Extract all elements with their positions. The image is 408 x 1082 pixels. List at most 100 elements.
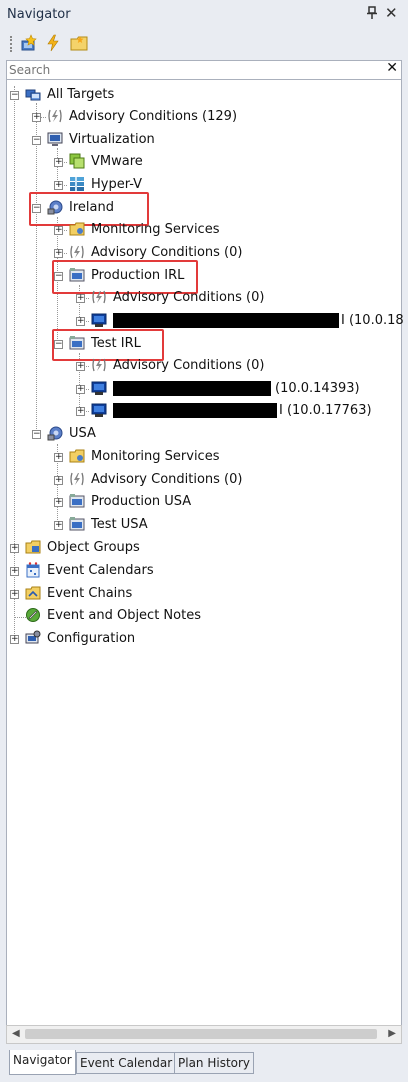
tree-node-label: Production USA [91,494,192,509]
clear-search-icon[interactable]: ✕ [386,60,398,76]
tree-node-label: Event Chains [47,586,133,601]
expand-icon[interactable]: + [54,453,63,462]
notes-icon [26,608,40,622]
tree-node-virtualization[interactable]: − Virtualization [7,131,207,151]
scroll-left-icon[interactable]: ◀ [12,1028,20,1039]
tree-node-label: I (10.0.18 [341,313,404,328]
tree-node-label: Test USA [91,517,148,532]
tree-node-advisory-conditions[interactable]: + Advisory Conditions (0) [7,471,247,491]
tree-node-advisory-conditions[interactable]: + Advisory Conditions (0) [7,289,267,309]
expand-icon[interactable]: + [10,567,19,576]
scroll-right-icon[interactable]: ▶ [388,1028,396,1039]
server-icon [91,381,107,395]
tree-node-label: Event and Object Notes [47,608,201,623]
tree-node-monitoring-services[interactable]: + Monitoring Services [7,221,227,241]
new-object-icon[interactable] [20,34,38,52]
tree-node-event-chains[interactable]: + Event Chains [7,585,207,605]
vmware-icon [69,153,85,169]
tree-node-label: USA [69,426,96,441]
tree-node-all-targets[interactable]: − All Targets [7,86,207,106]
expand-icon[interactable]: + [54,476,63,485]
expand-icon[interactable]: + [76,385,85,394]
tree-node-label: Advisory Conditions (129) [69,109,238,124]
advisory-icon [70,472,84,486]
tree-node-usa[interactable]: − USA [7,425,207,445]
tree-node-label: Monitoring Services [91,222,220,237]
tree-node-advisory-conditions[interactable]: + Advisory Conditions (0) [7,357,267,377]
tree-node-label: (10.0.14393) [275,381,360,396]
expand-icon[interactable]: + [54,226,63,235]
tree-node-label: Advisory Conditions (0) [113,290,265,305]
expand-icon[interactable]: + [54,249,63,258]
server-group-icon [69,494,85,508]
expand-icon[interactable]: + [10,544,19,553]
tree-node-vmware[interactable]: + VMware [7,153,207,173]
lightning-icon[interactable] [44,34,62,52]
collapse-icon[interactable]: − [32,136,41,145]
tree-node-production-usa[interactable]: + Production USA [7,493,207,513]
bottom-tabs: Navigator Event Calendar Plan History [0,1046,408,1082]
expand-icon[interactable]: + [76,407,85,416]
scrollbar-thumb[interactable] [25,1029,377,1039]
event-chains-icon [25,586,41,600]
tree-node-label: All Targets [47,87,115,102]
tree-node-configuration[interactable]: + Configuration [7,630,207,650]
tree-node-label: Advisory Conditions (0) [91,245,243,260]
tree-node-label: Monitoring Services [91,449,220,464]
configuration-icon [25,630,41,644]
redacted-name [113,313,339,328]
monitoring-folder-icon [69,449,85,463]
pin-icon[interactable] [366,6,378,20]
tree-node-advisory-conditions[interactable]: + Advisory Conditions (129) [7,108,257,128]
advisory-icon [70,245,84,259]
tree-node-event-object-notes[interactable]: Event and Object Notes [7,607,227,627]
tree-node-label: Advisory Conditions (0) [113,358,265,373]
tree-node-object-groups[interactable]: + Object Groups [7,539,207,559]
tree-panel: − All Targets + Advisory Conditions (129… [6,80,404,1042]
expand-icon[interactable]: + [76,362,85,371]
expand-icon[interactable]: + [54,521,63,530]
folder-icon[interactable] [70,34,88,52]
hyper-v-icon [70,177,84,191]
expand-icon[interactable]: + [54,158,63,167]
tree-node-label: Event Calendars [47,563,154,578]
search-input[interactable] [9,61,379,79]
server-icon [91,403,107,417]
tree-node-label: Object Groups [47,540,140,555]
redacted-name [113,403,277,418]
expand-icon[interactable]: + [54,181,63,190]
expand-icon[interactable]: + [76,294,85,303]
tree-node-label: VMware [91,154,143,169]
object-groups-icon [25,540,41,554]
tab-event-calendar[interactable]: Event Calendar [76,1052,177,1074]
expand-icon[interactable]: + [32,113,41,122]
tree-node-label: Advisory Conditions (0) [91,472,243,487]
expand-icon[interactable]: + [10,635,19,644]
tree-node-server[interactable]: + I (10.0.17763) [7,402,401,422]
collapse-icon[interactable]: − [32,430,41,439]
tree-node-server[interactable]: + (10.0.14393) [7,380,401,400]
calendar-icon [26,562,40,578]
advisory-icon [48,109,62,123]
tree-node-event-calendars[interactable]: + Event Calendars [7,562,207,582]
tree-node-label: Virtualization [69,132,155,147]
close-icon[interactable]: ✕ [385,4,398,22]
group-icon [47,426,63,441]
expand-icon[interactable]: + [54,498,63,507]
redacted-name [113,381,271,396]
expand-icon[interactable]: + [10,590,19,599]
panel-title: Navigator [7,7,71,22]
tree-node-label: Configuration [47,631,136,646]
collapse-icon[interactable]: − [10,91,19,100]
expand-icon[interactable]: + [76,317,85,326]
tab-navigator[interactable]: Navigator [9,1050,76,1075]
toolbar-grip-icon [10,36,14,52]
server-icon [91,313,107,327]
server-group-icon [69,517,85,531]
tree-node-label: Hyper-V [91,177,143,192]
tab-plan-history[interactable]: Plan History [174,1052,255,1074]
horizontal-scrollbar[interactable]: ◀ ▶ [6,1025,402,1044]
tree-node-test-usa[interactable]: + Test USA [7,516,207,536]
advisory-icon [92,358,106,372]
tree-node-monitoring-services[interactable]: + Monitoring Services [7,448,227,468]
